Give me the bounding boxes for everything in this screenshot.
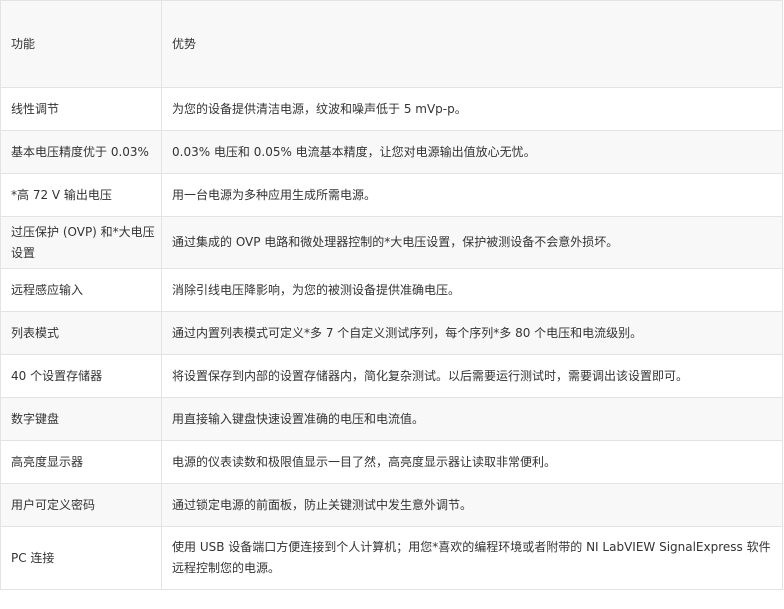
advantage-cell: 通过集成的 OVP 电路和微处理器控制的*大电压设置，保护被测设备不会意外损坏。 (161, 216, 783, 269)
table-row: 列表模式 通过内置列表模式可定义*多 7 个自定义测试序列，每个序列*多 80 … (0, 311, 783, 355)
advantage-cell: 电源的仪表读数和极限值显示一目了然，高亮度显示器让读取非常便利。 (161, 440, 783, 484)
feature-cell: 高亮度显示器 (0, 440, 162, 484)
advantage-cell: 0.03% 电压和 0.05% 电流基本精度，让您对电源输出值放心无忧。 (161, 130, 783, 174)
advantage-cell: 将设置保存到内部的设置存储器内，简化复杂测试。以后需要运行测试时，需要调出该设置… (161, 354, 783, 398)
advantage-cell: 使用 USB 设备端口方便连接到个人计算机；用您*喜欢的编程环境或者附带的 NI… (161, 526, 783, 590)
advantage-cell: 为您的设备提供清洁电源，纹波和噪声低于 5 mVp-p。 (161, 87, 783, 131)
advantage-cell: 通过锁定电源的前面板，防止关键测试中发生意外调节。 (161, 483, 783, 527)
advantage-cell: 消除引线电压降影响，为您的被测设备提供准确电压。 (161, 268, 783, 312)
feature-table: 功能 优势 线性调节 为您的设备提供清洁电源，纹波和噪声低于 5 mVp-p。 … (0, 0, 783, 590)
feature-cell: 40 个设置存储器 (0, 354, 162, 398)
table-row: 高亮度显示器 电源的仪表读数和极限值显示一目了然，高亮度显示器让读取非常便利。 (0, 440, 783, 484)
advantage-cell: 用一台电源为多种应用生成所需电源。 (161, 173, 783, 217)
table-row: 过压保护 (OVP) 和*大电压设置 通过集成的 OVP 电路和微处理器控制的*… (0, 216, 783, 269)
table-row: 线性调节 为您的设备提供清洁电源，纹波和噪声低于 5 mVp-p。 (0, 87, 783, 131)
table-row: 远程感应输入 消除引线电压降影响，为您的被测设备提供准确电压。 (0, 268, 783, 312)
feature-cell: 过压保护 (OVP) 和*大电压设置 (0, 216, 162, 269)
table-row: 用户可定义密码 通过锁定电源的前面板，防止关键测试中发生意外调节。 (0, 483, 783, 527)
table-row: 40 个设置存储器 将设置保存到内部的设置存储器内，简化复杂测试。以后需要运行测… (0, 354, 783, 398)
feature-cell: 列表模式 (0, 311, 162, 355)
feature-cell: 用户可定义密码 (0, 483, 162, 527)
table-header-row: 功能 优势 (0, 0, 783, 88)
feature-cell: 远程感应输入 (0, 268, 162, 312)
feature-cell: PC 连接 (0, 526, 162, 590)
feature-cell: 基本电压精度优于 0.03% (0, 130, 162, 174)
header-advantage: 优势 (161, 0, 783, 88)
table-row: 数字键盘 用直接输入键盘快速设置准确的电压和电流值。 (0, 397, 783, 441)
table-row: *高 72 V 输出电压 用一台电源为多种应用生成所需电源。 (0, 173, 783, 217)
header-feature: 功能 (0, 0, 162, 88)
advantage-cell: 通过内置列表模式可定义*多 7 个自定义测试序列，每个序列*多 80 个电压和电… (161, 311, 783, 355)
advantage-cell: 用直接输入键盘快速设置准确的电压和电流值。 (161, 397, 783, 441)
feature-cell: 线性调节 (0, 87, 162, 131)
feature-cell: *高 72 V 输出电压 (0, 173, 162, 217)
table-row: 基本电压精度优于 0.03% 0.03% 电压和 0.05% 电流基本精度，让您… (0, 130, 783, 174)
feature-cell: 数字键盘 (0, 397, 162, 441)
table-row: PC 连接 使用 USB 设备端口方便连接到个人计算机；用您*喜欢的编程环境或者… (0, 526, 783, 590)
